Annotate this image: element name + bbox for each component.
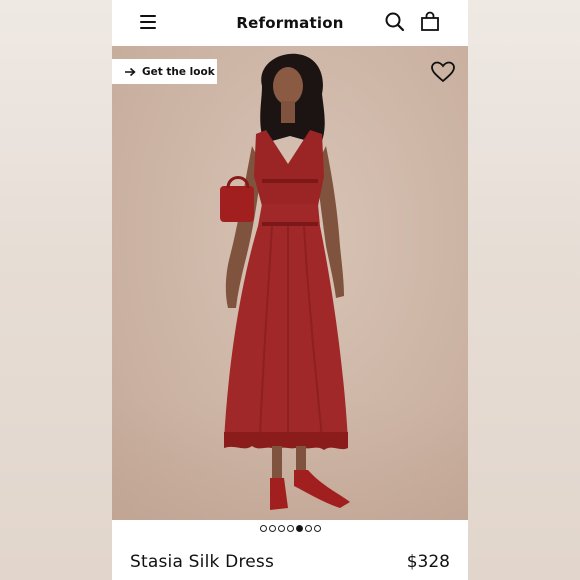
menu-icon-bar — [140, 21, 156, 23]
arrow-right-icon — [125, 67, 136, 76]
carousel-dot[interactable] — [313, 525, 321, 532]
carousel-dot[interactable] — [277, 525, 285, 532]
bag-icon — [421, 11, 439, 31]
top-nav-bar: Reformation — [112, 0, 468, 46]
app-screen: Reformation Get the look Stasia Silk Dre… — [112, 0, 468, 580]
product-image[interactable]: Get the look — [112, 46, 468, 520]
bag-button[interactable] — [418, 10, 442, 34]
carousel-dot-active[interactable] — [295, 525, 303, 532]
get-the-look-label: Get the look — [142, 65, 215, 78]
model-in-red-dress-image — [220, 53, 350, 510]
carousel-dot[interactable] — [268, 525, 276, 532]
get-the-look-button[interactable]: Get the look — [112, 59, 217, 84]
product-title: Stasia Silk Dress — [130, 552, 275, 572]
menu-icon-bar — [140, 27, 156, 29]
product-price: $328 — [406, 552, 450, 572]
menu-icon — [140, 15, 156, 17]
carousel-indicator — [112, 525, 468, 537]
heart-icon — [431, 61, 455, 83]
brand-logo[interactable]: Reformation — [236, 14, 343, 32]
search-icon — [385, 12, 405, 32]
carousel-dot[interactable] — [286, 525, 294, 532]
carousel-dot[interactable] — [304, 525, 312, 532]
search-button[interactable] — [383, 10, 407, 34]
wishlist-button[interactable] — [430, 60, 456, 84]
carousel-dot[interactable] — [259, 525, 267, 532]
menu-button[interactable] — [136, 12, 162, 32]
